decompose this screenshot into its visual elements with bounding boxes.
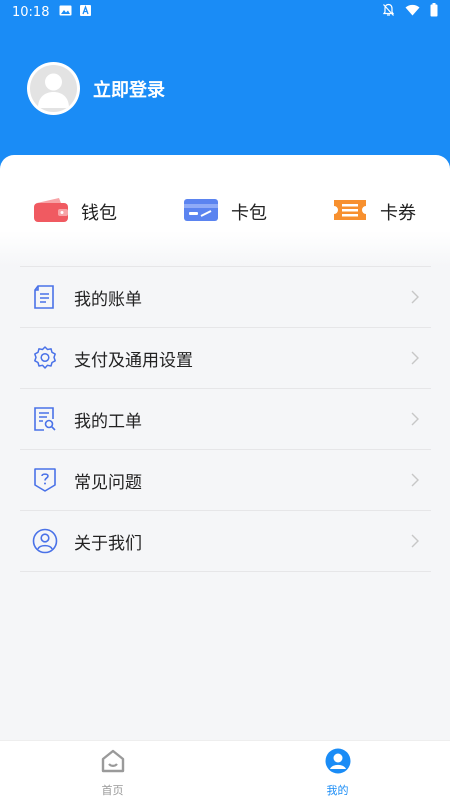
- work-order-icon: [32, 406, 58, 432]
- status-time: 10:18: [12, 4, 50, 20]
- chevron-right-icon: [411, 411, 419, 430]
- battery-icon: [430, 3, 438, 21]
- settings-gear-icon: [32, 345, 58, 371]
- menu-item-bill[interactable]: 我的账单: [20, 267, 431, 328]
- profile-login-area[interactable]: 立即登录: [27, 62, 165, 115]
- faq-icon: [32, 467, 58, 493]
- wallet-icon: [33, 197, 69, 227]
- profile-icon: [324, 747, 352, 779]
- a-notification-icon: [80, 4, 92, 20]
- quick-action-label: 卡包: [231, 203, 267, 224]
- login-button[interactable]: 立即登录: [93, 76, 165, 102]
- home-icon: [99, 747, 127, 779]
- quick-action-label: 卡券: [380, 203, 416, 224]
- content-card: 钱包 卡包 卡券 我的账单 支付及通用设置 我的工单 常见问题 关于我们: [0, 155, 450, 740]
- tab-label: 首页: [101, 784, 124, 797]
- menu-item-label: 关于我们: [74, 533, 142, 554]
- menu-item-settings[interactable]: 支付及通用设置: [20, 328, 431, 389]
- bill-icon: [32, 284, 58, 310]
- menu-item-label: 支付及通用设置: [74, 350, 193, 371]
- chevron-right-icon: [411, 350, 419, 369]
- coupon-icon: [332, 197, 368, 227]
- chevron-right-icon: [411, 289, 419, 308]
- menu-item-work-order[interactable]: 我的工单: [20, 389, 431, 450]
- quick-actions: 钱包 卡包 卡券: [0, 195, 450, 229]
- mute-bell-icon: [382, 3, 395, 21]
- quick-action-coupon[interactable]: 卡券: [332, 195, 416, 229]
- menu-list: 我的账单 支付及通用设置 我的工单 常见问题 关于我们: [20, 266, 431, 572]
- quick-action-label: 钱包: [81, 203, 117, 224]
- image-icon: [59, 5, 72, 20]
- chevron-right-icon: [411, 472, 419, 491]
- tab-mine[interactable]: 我的: [225, 741, 450, 800]
- menu-item-faq[interactable]: 常见问题: [20, 450, 431, 511]
- about-user-icon: [32, 528, 58, 554]
- tab-label: 我的: [326, 784, 349, 797]
- menu-item-label: 常见问题: [74, 472, 142, 493]
- default-avatar-icon: [30, 65, 77, 112]
- menu-item-about[interactable]: 关于我们: [20, 511, 431, 572]
- quick-action-wallet[interactable]: 钱包: [33, 195, 117, 229]
- quick-action-card-pack[interactable]: 卡包: [183, 195, 267, 229]
- tab-home[interactable]: 首页: [0, 741, 225, 800]
- bottom-tab-bar: 首页 我的: [0, 740, 450, 800]
- menu-item-label: 我的工单: [74, 411, 142, 432]
- status-bar: 10:18: [0, 0, 450, 24]
- chevron-right-icon: [411, 533, 419, 552]
- wifi-icon: [405, 4, 420, 20]
- avatar[interactable]: [27, 62, 80, 115]
- menu-item-label: 我的账单: [74, 289, 142, 310]
- card-pack-icon: [183, 197, 219, 227]
